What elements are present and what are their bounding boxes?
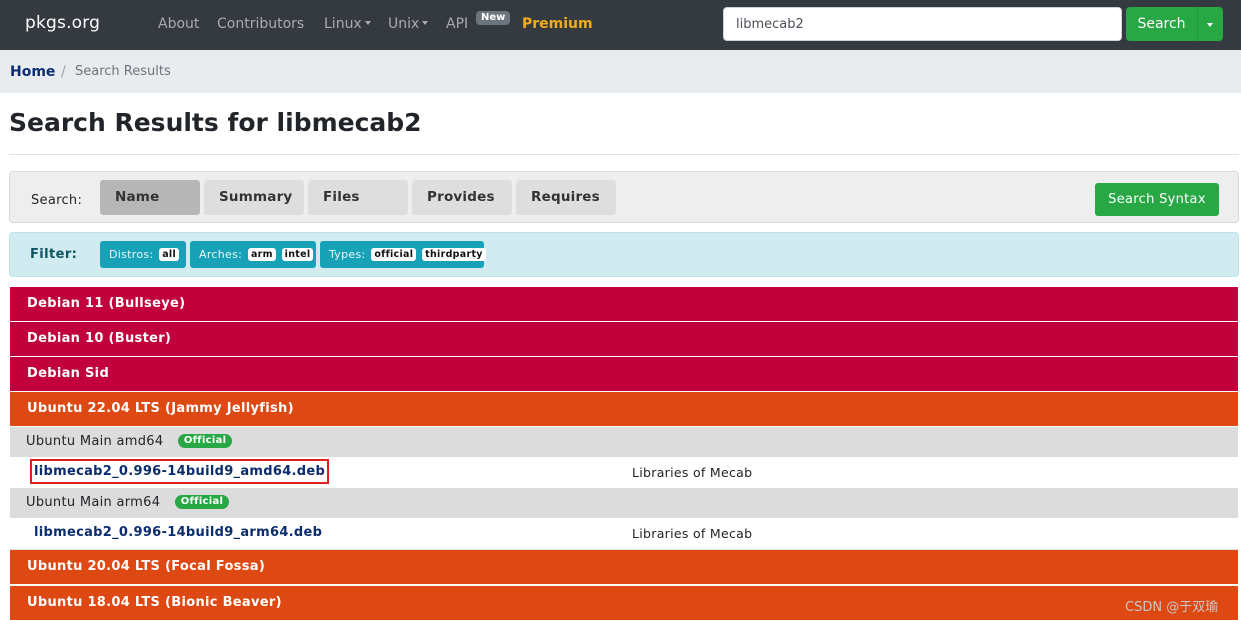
breadcrumb: Home / Search Results [0, 50, 1241, 93]
package-row: libmecab2_0.996-14build9_amd64.deb Libra… [10, 457, 1238, 488]
search-button[interactable]: Search [1126, 7, 1197, 41]
search-syntax-button[interactable]: Search Syntax [1095, 183, 1219, 216]
filter-arches-label: Arches: [199, 248, 243, 261]
new-badge: New [476, 11, 511, 25]
distro-ubuntu-18-04[interactable]: Ubuntu 18.04 LTS (Bionic Beaver) [10, 586, 1238, 620]
tab-summary[interactable]: Summary [204, 180, 304, 215]
search-options-dropdown[interactable] [1197, 7, 1223, 41]
repo-name: Ubuntu Main amd64 [26, 434, 164, 449]
distro-debian-10[interactable]: Debian 10 (Buster) [10, 322, 1238, 356]
breadcrumb-current: Search Results [75, 64, 171, 79]
distro-debian-11[interactable]: Debian 11 (Bullseye) [10, 287, 1238, 321]
filter-types-thirdparty: thirdparty [422, 247, 486, 261]
filter-arches-arm: arm [247, 247, 276, 261]
filter-distros-all: all [159, 247, 180, 261]
repo-ubuntu-main-amd64: Ubuntu Main amd64 Official [10, 427, 1238, 457]
chevron-down-icon [422, 21, 429, 25]
search-input-value: libmecab2 [736, 17, 804, 32]
nav-linux-label: Linux [324, 16, 362, 32]
nav-about[interactable]: About [158, 16, 199, 32]
tab-name[interactable]: Name [100, 180, 200, 215]
breadcrumb-separator: / [61, 64, 66, 80]
top-navbar: pkgs.org About Contributors Linux Unix A… [0, 0, 1241, 50]
distro-ubuntu-22-04[interactable]: Ubuntu 22.04 LTS (Jammy Jellyfish) [10, 392, 1238, 426]
filter-distros[interactable]: Distros: all [100, 241, 186, 268]
distro-ubuntu-20-04[interactable]: Ubuntu 20.04 LTS (Focal Fossa) [10, 550, 1238, 584]
breadcrumb-home-link[interactable]: Home [10, 64, 55, 80]
filter-arches[interactable]: Arches: arm intel [190, 241, 316, 268]
nav-unix[interactable]: Unix [388, 16, 429, 32]
filter-types[interactable]: Types: official thirdparty [320, 241, 486, 268]
nav-linux[interactable]: Linux [324, 16, 371, 32]
package-row: libmecab2_0.996-14build9_arm64.deb Libra… [10, 518, 1238, 549]
page-title: Search Results for libmecab2 [9, 108, 422, 137]
title-divider [9, 154, 1239, 155]
repo-name: Ubuntu Main arm64 [26, 495, 161, 510]
repo-ubuntu-main-arm64: Ubuntu Main arm64 Official [10, 488, 1238, 518]
watermark: CSDN @于双瑜 [1125, 600, 1219, 615]
nav-api[interactable]: API [446, 16, 468, 32]
distro-debian-sid[interactable]: Debian Sid [10, 357, 1238, 391]
nav-unix-label: Unix [388, 16, 420, 32]
search-input[interactable]: libmecab2 [723, 7, 1122, 41]
filter-distros-label: Distros: [109, 248, 154, 261]
filter-arches-intel: intel [281, 247, 314, 261]
filter-panel: Filter: Distros: all Arches: arm intel T… [9, 232, 1239, 277]
filter-types-label: Types: [329, 248, 366, 261]
official-badge: Official [174, 494, 230, 509]
filter-types-official: official [371, 247, 417, 261]
package-link-amd64[interactable]: libmecab2_0.996-14build9_amd64.deb [34, 464, 325, 479]
brand-logo[interactable]: pkgs.org [25, 13, 100, 33]
search-mode-label: Search: [31, 193, 83, 208]
chevron-down-icon [364, 21, 371, 25]
package-description: Libraries of Mecab [632, 526, 753, 541]
official-badge: Official [177, 433, 233, 448]
package-description: Libraries of Mecab [632, 465, 753, 480]
chevron-down-icon [1207, 23, 1213, 27]
nav-premium[interactable]: Premium [522, 16, 593, 32]
package-link-arm64[interactable]: libmecab2_0.996-14build9_arm64.deb [34, 525, 322, 540]
nav-contributors[interactable]: Contributors [217, 16, 304, 32]
search-mode-panel: Search: Name Summary Files Provides Requ… [9, 171, 1239, 223]
tab-provides[interactable]: Provides [412, 180, 512, 215]
tab-files[interactable]: Files [308, 180, 408, 215]
tab-requires[interactable]: Requires [516, 180, 616, 215]
filter-label: Filter: [30, 247, 78, 262]
